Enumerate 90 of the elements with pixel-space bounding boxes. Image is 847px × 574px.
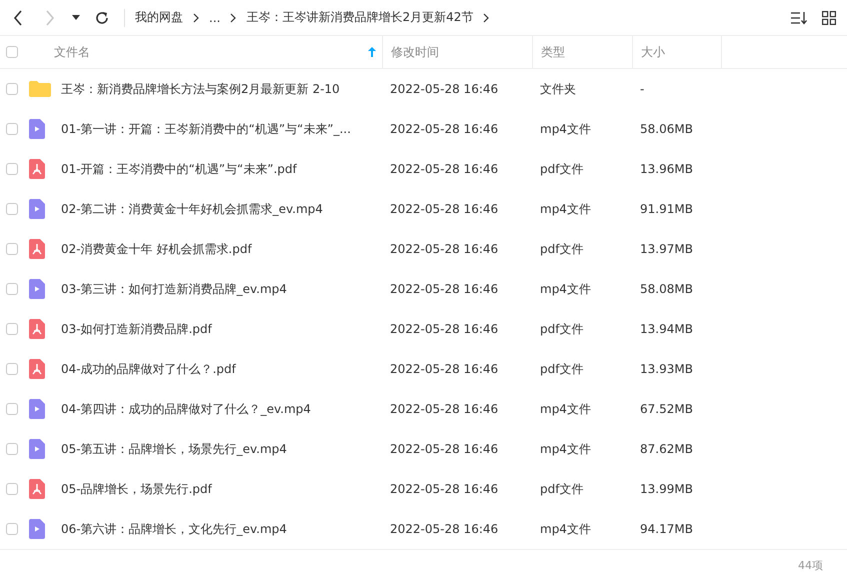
chevron-right-icon [230,12,236,22]
file-name[interactable]: 05-第五讲：品牌增长，场景先行_ev.mp4 [54,440,382,458]
folder-icon [29,81,51,97]
modified-time: 2022-05-28 16:46 [389,442,500,456]
pdf-file-icon [29,239,45,259]
file-name[interactable]: 02-第二讲：消费黄金十年好机会抓需求_ev.mp4 [54,200,382,218]
pdf-file-icon [29,159,45,179]
file-size: 91.91MB [639,202,694,216]
file-type: mp4文件 [539,200,592,218]
chevron-right-icon [483,12,490,22]
column-header[interactable]: 修改时间 [391,44,439,60]
caret-down-icon [72,15,80,20]
video-file-icon [29,279,45,299]
breadcrumb-item[interactable]: ... [209,10,220,24]
file-type: pdf文件 [539,320,584,338]
column-header[interactable]: 文件名 [54,44,90,60]
video-file-icon [29,199,45,219]
modified-time: 2022-05-28 16:46 [389,322,500,336]
file-type: mp4文件 [539,520,592,538]
file-type: pdf文件 [539,360,584,378]
row-checkbox[interactable] [6,523,18,535]
column-header[interactable]: 类型 [541,44,565,60]
pdf-file-icon [29,319,45,339]
modified-time: 2022-05-28 16:46 [389,282,500,296]
file-size: 13.94MB [639,322,694,336]
file-name[interactable]: 01-开篇：王岑消费中的“机遇”与“未来”.pdf [54,160,382,178]
refresh-icon [95,10,109,24]
file-size: - [639,82,646,96]
file-name[interactable]: 04-成功的品牌做对了什么？.pdf [54,360,382,378]
video-file-icon [29,119,45,139]
file-type: mp4文件 [539,400,592,418]
file-type: mp4文件 [539,440,592,458]
row-checkbox[interactable] [6,323,18,335]
file-size: 87.62MB [639,442,694,456]
pdf-file-icon [29,359,45,379]
file-size: 13.93MB [639,362,694,376]
file-type: pdf文件 [539,480,584,498]
sort-icon [791,10,807,24]
modified-time: 2022-05-28 16:46 [389,402,500,416]
file-type: pdf文件 [539,160,584,178]
file-name[interactable]: 03-如何打造新消费品牌.pdf [54,320,382,338]
modified-time: 2022-05-28 16:46 [389,242,500,256]
modified-time: 2022-05-28 16:46 [389,122,500,136]
row-checkbox[interactable] [6,123,18,135]
file-size: 58.06MB [639,122,694,136]
file-name[interactable]: 04-第四讲：成功的品牌做对了什么？_ev.mp4 [54,400,382,418]
row-checkbox[interactable] [6,363,18,375]
chevron-left-icon [13,10,23,26]
modified-time: 2022-05-28 16:46 [389,362,500,376]
modified-time: 2022-05-28 16:46 [389,522,500,536]
file-name[interactable]: 01-第一讲：开篇：王岑新消费中的“机遇”与“未来”_... [54,120,382,138]
file-size: 13.97MB [639,242,694,256]
file-name[interactable]: 05-品牌增长，场景先行.pdf [54,480,382,498]
modified-time: 2022-05-28 16:46 [389,162,500,176]
row-checkbox[interactable] [6,243,18,255]
file-type: mp4文件 [539,120,592,138]
row-checkbox[interactable] [6,83,18,95]
row-checkbox[interactable] [6,203,18,215]
row-checkbox[interactable] [6,283,18,295]
video-file-icon [29,439,45,459]
row-checkbox[interactable] [6,403,18,415]
file-type: mp4文件 [539,280,592,298]
breadcrumb-item[interactable]: 我的网盘 [135,9,183,26]
file-size: 13.99MB [639,482,694,496]
modified-time: 2022-05-28 16:46 [389,482,500,496]
file-size: 58.08MB [639,282,694,296]
column-header[interactable]: 大小 [641,44,665,60]
video-file-icon [29,399,45,419]
chevron-right-icon [45,10,55,26]
breadcrumb-item[interactable]: 王岑：王岑讲新消费品牌增长2月更新42节 [246,9,474,26]
file-name[interactable]: 王岑：新消费品牌增长方法与案例2月最新更新 2-10 [54,80,382,98]
file-name[interactable]: 02-消费黄金十年 好机会抓需求.pdf [54,240,382,258]
file-size: 94.17MB [639,522,694,536]
item-count: 44项 [798,558,823,573]
row-checkbox[interactable] [6,163,18,175]
pdf-file-icon [29,479,45,499]
file-name[interactable]: 06-第六讲：品牌增长，文化先行_ev.mp4 [54,520,382,538]
modified-time: 2022-05-28 16:46 [389,82,500,96]
file-name[interactable]: 03-第三讲：如何打造新消费品牌_ev.mp4 [54,280,382,298]
grid-view-icon [822,10,836,24]
row-checkbox[interactable] [6,443,18,455]
row-checkbox[interactable] [6,483,18,495]
file-size: 13.96MB [639,162,694,176]
modified-time: 2022-05-28 16:46 [389,202,500,216]
file-type: 文件夹 [539,80,577,98]
video-file-icon [29,519,45,539]
file-size: 67.52MB [639,402,694,416]
select-all-checkbox[interactable] [6,46,18,58]
file-type: pdf文件 [539,240,584,258]
chevron-right-icon [193,12,199,22]
